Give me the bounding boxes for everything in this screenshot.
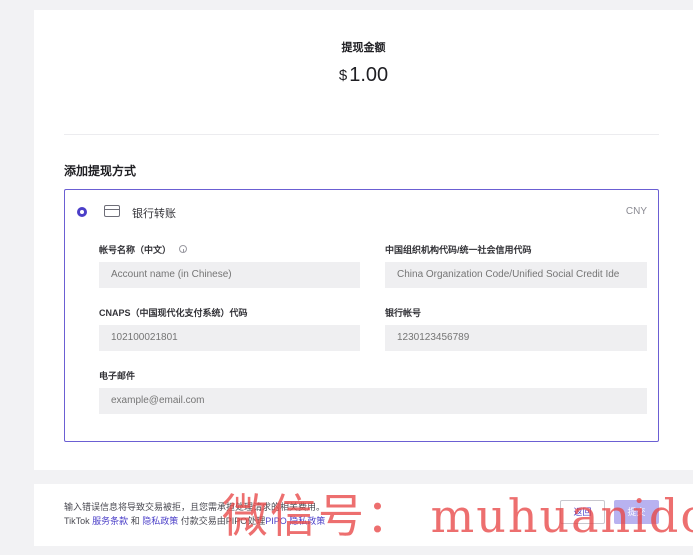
terms-link[interactable]: 服务条款 [92, 516, 128, 526]
privacy-link[interactable]: 隐私政策 [142, 516, 178, 526]
email-input[interactable] [99, 388, 647, 414]
email-label: 电子邮件 [99, 371, 136, 381]
terms-prefix: TikTok [64, 516, 93, 526]
currency-symbol: $ [338, 67, 348, 84]
bank-transfer-method[interactable]: 银行转账 CNY 帐号名称（中文） 中国组织机构代码/统一社会信用代码 CNAP… [64, 189, 659, 442]
account-name-input[interactable] [99, 262, 360, 288]
bank-account-label: 银行帐号 [385, 308, 422, 318]
section-title: 添加提现方式 [64, 164, 137, 178]
account-name-label-text: 帐号名称（中文） [99, 245, 172, 255]
cnaps-input[interactable] [99, 325, 360, 351]
terms-and: 和 [128, 516, 143, 526]
cnaps-label: CNAPS（中国现代化支付系统）代码 [99, 308, 248, 318]
amount-title: 提现金额 [341, 42, 386, 54]
method-name: 银行转账 [132, 208, 176, 220]
error-warning-text: 输入错误信息将导致交易被拒，且您需承担处理请求的相关费用。 [64, 502, 326, 512]
pipo-privacy-link[interactable]: PIPO 隐私政策 [265, 516, 325, 526]
terms-text: TikTok 服务条款 和 隐私政策 付款交易由PIPO处理PIPO 隐私政策 [64, 514, 325, 527]
submit-button[interactable]: 提交 [614, 500, 659, 524]
info-icon[interactable] [179, 245, 188, 253]
back-button[interactable]: 返回 [560, 500, 605, 524]
divider [64, 134, 659, 135]
terms-mid: 付款交易由PIPO处理 [178, 516, 266, 526]
org-code-label: 中国组织机构代码/统一社会信用代码 [385, 245, 532, 255]
method-currency: CNY [625, 206, 647, 217]
amount-value: 1.00 [349, 64, 389, 86]
method-radio[interactable] [77, 207, 87, 217]
bank-account-input[interactable] [385, 325, 647, 351]
amount-display: $1.00 [34, 64, 693, 87]
account-name-label: 帐号名称（中文） [99, 243, 188, 256]
bank-card-icon [104, 205, 120, 217]
withdraw-card: 提现金额 $1.00 添加提现方式 银行转账 CNY 帐号名称（中文） 中国组织… [34, 10, 693, 470]
org-code-input[interactable] [385, 262, 647, 288]
footer: 输入错误信息将导致交易被拒，且您需承担处理请求的相关费用。 TikTok 服务条… [34, 484, 693, 546]
